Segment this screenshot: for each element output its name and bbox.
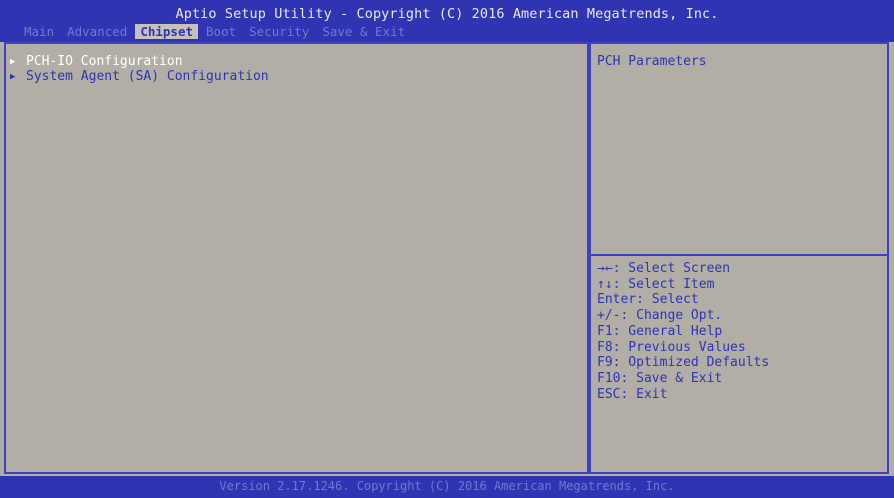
key-save-exit: F10: Save & Exit [597, 370, 723, 386]
key-change-opt: +/-: Change Opt. [597, 308, 723, 324]
version-text: Version 2.17.1246. Copyright (C) 2016 Am… [219, 479, 675, 493]
menu-item-pch-io[interactable]: ▶ PCH-IO Configuration [10, 54, 269, 69]
tab-security[interactable]: Security [244, 24, 314, 39]
settings-menu: ▶ PCH-IO Configuration ▶ System Agent (S… [10, 54, 269, 84]
status-bar: Version 2.17.1246. Copyright (C) 2016 Am… [0, 476, 894, 498]
help-panel: PCH Parameters →←: Select Screen ↑↓: Sel… [589, 42, 889, 474]
tab-boot[interactable]: Boot [201, 24, 241, 39]
help-description: PCH Parameters [597, 54, 707, 69]
tab-chipset[interactable]: Chipset [135, 24, 199, 39]
key-enter-select: Enter: Select [597, 292, 699, 308]
key-general-help: F1: General Help [597, 323, 723, 339]
help-divider [591, 254, 887, 256]
key-optimized-defaults: F9: Optimized Defaults [597, 355, 770, 371]
tab-save-exit[interactable]: Save & Exit [317, 24, 410, 39]
key-legend: →←: Select Screen ↑↓: Select Item Enter:… [597, 261, 769, 402]
right-triangle-icon: ▶ [10, 56, 16, 67]
key-select-item: ↑↓: Select Item [597, 276, 715, 292]
menu-item-label: PCH-IO Configuration [26, 54, 183, 69]
settings-panel: ▶ PCH-IO Configuration ▶ System Agent (S… [4, 42, 589, 474]
menu-item-label: System Agent (SA) Configuration [26, 69, 269, 84]
tab-main[interactable]: Main [19, 24, 59, 39]
menu-item-system-agent[interactable]: ▶ System Agent (SA) Configuration [10, 69, 269, 84]
tab-advanced[interactable]: Advanced [62, 24, 132, 39]
right-triangle-icon: ▶ [10, 71, 16, 82]
key-select-screen: →←: Select Screen [597, 261, 731, 276]
key-esc-exit: ESC: Exit [597, 386, 668, 402]
app-title: Aptio Setup Utility - Copyright (C) 2016… [175, 6, 719, 22]
key-previous-values: F8: Previous Values [597, 339, 746, 355]
tab-bar: Main Advanced Chipset Boot Security Save… [19, 24, 413, 39]
title-bar: Aptio Setup Utility - Copyright (C) 2016… [0, 0, 894, 42]
